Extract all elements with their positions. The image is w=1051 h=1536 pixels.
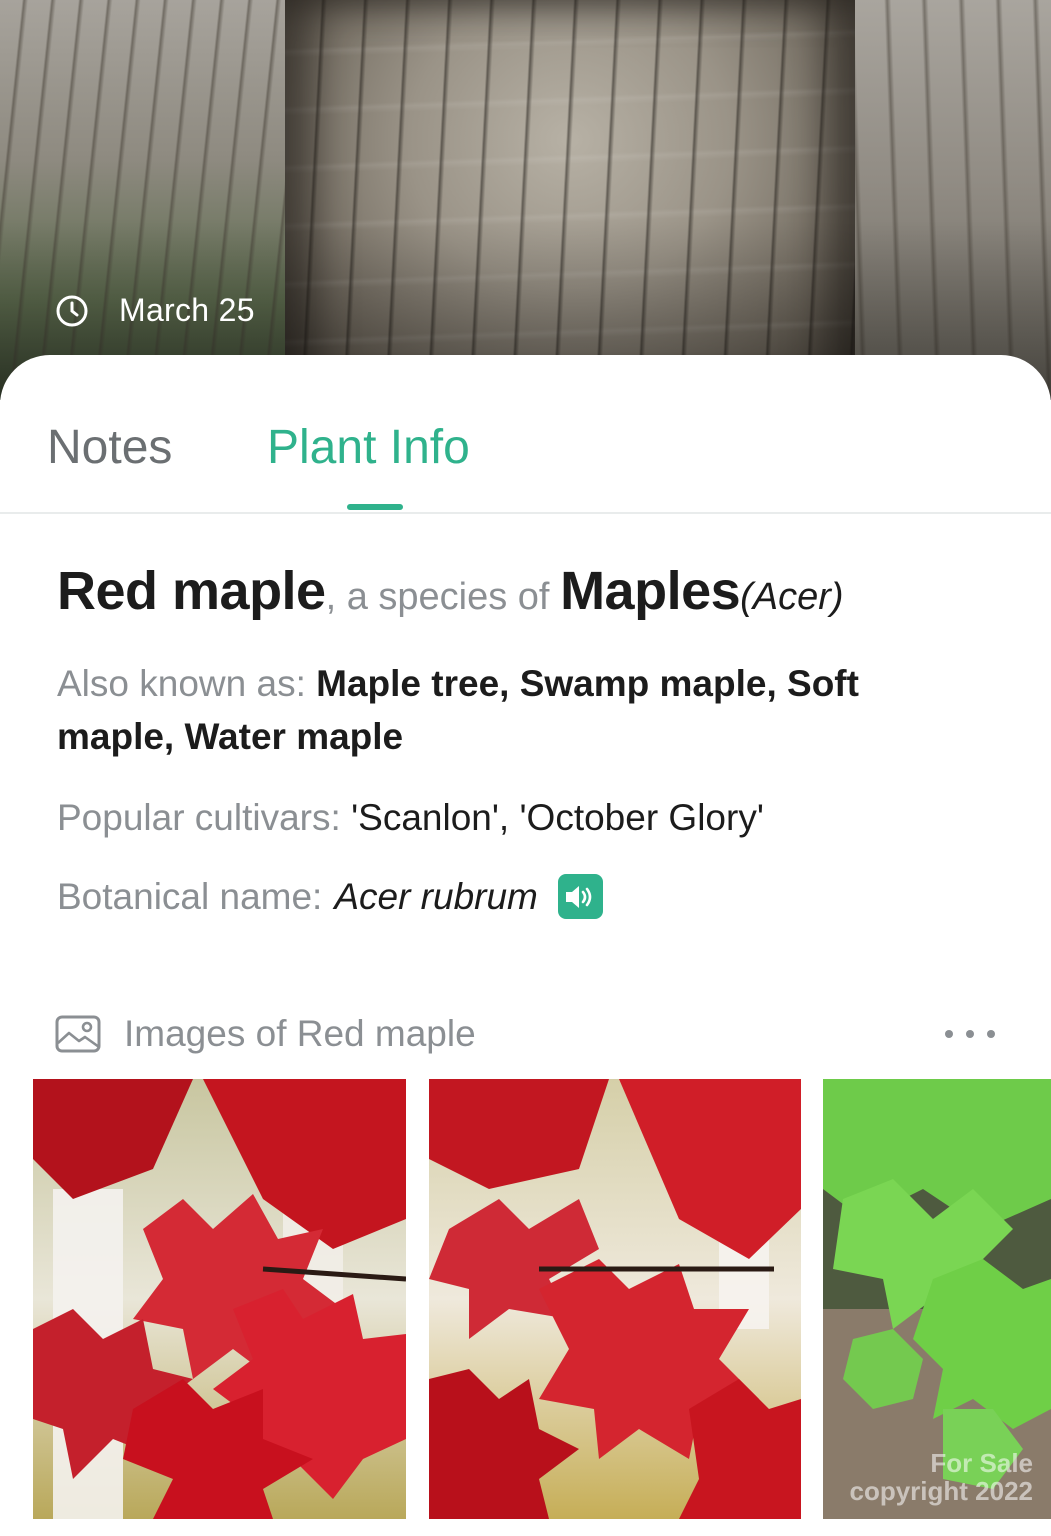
image-thumbnail-3[interactable]: For Sale copyright 2022 xyxy=(823,1079,1051,1519)
more-horizontal-icon xyxy=(945,1030,953,1038)
tab-notes[interactable]: Notes xyxy=(47,420,172,475)
clock-icon xyxy=(55,294,89,328)
tab-plant-info[interactable]: Plant Info xyxy=(267,420,470,475)
image-thumbnail-2[interactable] xyxy=(429,1079,801,1519)
popular-cultivars-value: 'Scanlon', 'October Glory' xyxy=(351,797,764,838)
image-thumbnail-1[interactable] xyxy=(33,1079,406,1519)
common-name: Red maple xyxy=(57,561,326,621)
plant-detail-sheet: Notes Plant Info Red maple, a species of… xyxy=(0,355,1051,1536)
popular-cultivars: Popular cultivars: 'Scanlon', 'October G… xyxy=(57,791,957,844)
active-tab-indicator xyxy=(347,504,403,510)
pronounce-button[interactable] xyxy=(557,874,603,919)
hero-photo: March 25 xyxy=(0,0,1051,400)
red-maple-leaves-photo xyxy=(33,1079,406,1519)
thumbnail-watermark: For Sale copyright 2022 xyxy=(849,1448,1033,1506)
images-section-header: Images of Red maple xyxy=(55,1010,995,1058)
speaker-icon xyxy=(566,885,592,908)
images-section-title: Images of Red maple xyxy=(124,1013,476,1054)
botanical-name-value: Acer rubrum xyxy=(334,876,538,917)
gallery-icon xyxy=(55,1015,101,1053)
more-options-button[interactable] xyxy=(945,1024,995,1044)
botanical-name: Botanical name: Acer rubrum xyxy=(57,870,957,923)
capture-date-text: March 25 xyxy=(119,292,255,328)
popular-cultivars-label: Popular cultivars: xyxy=(57,797,352,838)
also-known-as-label: Also known as: xyxy=(57,663,317,704)
also-known-as: Also known as: Maple tree, Swamp maple, … xyxy=(57,657,957,763)
red-maple-leaves-photo-2 xyxy=(429,1079,801,1519)
species-heading: Red maple, a species of Maples(Acer) xyxy=(57,560,1017,622)
genus-common-name[interactable]: Maples xyxy=(560,561,741,621)
capture-date: March 25 xyxy=(55,292,255,329)
genus-latin-name: (Acer) xyxy=(740,576,844,618)
species-connector: , a species of xyxy=(325,576,561,618)
botanical-name-label: Botanical name: xyxy=(57,876,323,917)
screen: March 25 Notes Plant Info Red maple, a s… xyxy=(0,0,1051,1536)
tab-bar: Notes Plant Info xyxy=(0,355,1051,514)
